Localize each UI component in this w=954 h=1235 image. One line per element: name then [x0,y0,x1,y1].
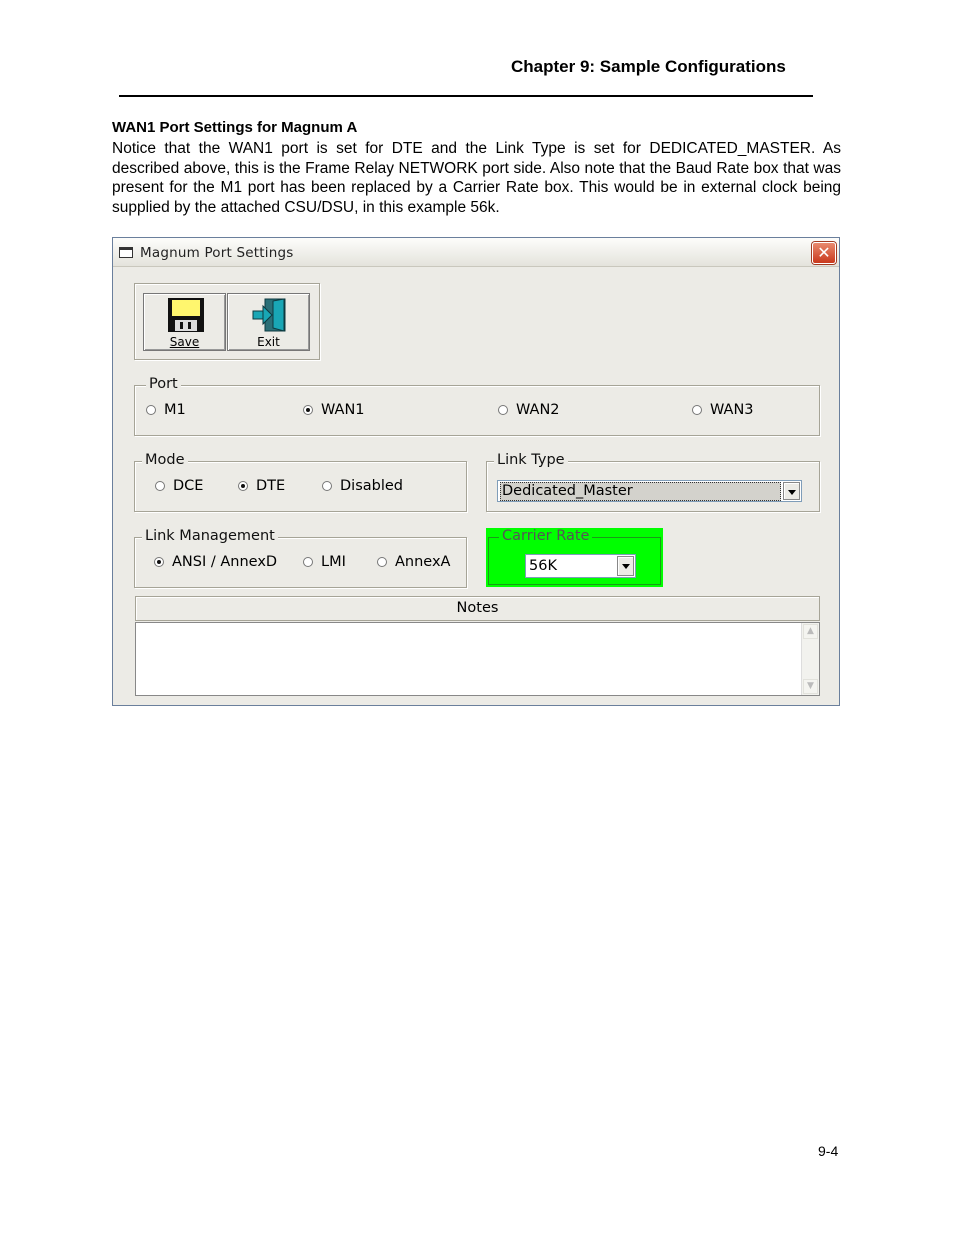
radio-indicator [322,481,332,491]
link-management-legend: Link Management [142,528,278,544]
section-paragraph: Notice that the WAN1 port is set for DTE… [112,140,841,217]
exit-door-icon [252,298,286,332]
radio-label: LMI [321,554,346,570]
radio-indicator [146,405,156,415]
notes-header: Notes [135,596,820,621]
port-group: Port M1 WAN1 WAN2 WAN3 [134,376,820,436]
window-title: Magnum Port Settings [140,245,294,261]
header-rule [119,95,813,97]
radio-mode-disabled[interactable]: Disabled [322,478,403,494]
link-type-legend: Link Type [494,452,568,468]
carrier-rate-legend: Carrier Rate [499,528,593,544]
radio-port-wan2[interactable]: WAN2 [498,402,560,418]
radio-indicator [303,405,313,415]
port-legend: Port [146,376,181,392]
title-bar: Magnum Port Settings ✕ [113,238,839,267]
page-number: 9-4 [818,1143,839,1159]
chapter-header: Chapter 9: Sample Configurations [511,57,786,76]
radio-indicator [303,557,313,567]
link-type-value: Dedicated_Master [500,482,781,501]
scroll-down-icon[interactable]: ▼ [803,679,818,694]
chevron-down-icon[interactable] [617,556,634,576]
exit-button[interactable]: Exit [227,293,310,351]
radio-indicator [498,405,508,415]
radio-indicator [377,557,387,567]
radio-port-wan1[interactable]: WAN1 [303,402,365,418]
toolbar-group: Save Exit [134,283,320,360]
mode-legend: Mode [142,452,188,468]
radio-label: WAN3 [710,402,754,418]
radio-label: DTE [256,478,286,494]
carrier-rate-value: 56K [529,558,557,574]
radio-indicator [238,481,248,491]
radio-label: Disabled [340,478,403,494]
link-type-dropdown[interactable]: Dedicated_Master [497,480,802,502]
carrier-rate-frame: Carrier Rate 56K [488,528,661,585]
notes-textarea[interactable]: ▲ ▼ [135,622,820,696]
radio-indicator [154,557,164,567]
save-label: Save [169,335,200,349]
radio-label: AnnexA [395,554,451,570]
floppy-disk-icon [168,298,204,332]
magnum-port-settings-window: Magnum Port Settings ✕ Save Exit Port M1… [112,237,840,706]
close-icon: ✕ [817,243,831,262]
radio-label: DCE [173,478,204,494]
section-heading: WAN1 Port Settings for Magnum A [112,119,358,136]
save-button[interactable]: Save [143,293,226,351]
window-icon [119,247,133,258]
radio-lm-lmi[interactable]: LMI [303,554,346,570]
carrier-rate-dropdown[interactable]: 56K [525,554,636,578]
scroll-up-icon[interactable]: ▲ [803,624,818,639]
radio-indicator [692,405,702,415]
notes-scrollbar[interactable]: ▲ ▼ [801,623,819,695]
radio-label: M1 [164,402,186,418]
radio-label: WAN1 [321,402,365,418]
radio-mode-dte[interactable]: DTE [238,478,285,494]
radio-label: ANSI / AnnexD [172,554,278,570]
link-management-group: Link Management ANSI / AnnexD LMI AnnexA [134,528,467,588]
exit-label: Exit [257,335,280,349]
chevron-down-icon[interactable] [783,482,800,500]
radio-lm-annexa[interactable]: AnnexA [377,554,450,570]
carrier-rate-group: Carrier Rate 56K [486,528,663,587]
close-button[interactable]: ✕ [812,242,836,264]
radio-indicator [155,481,165,491]
radio-port-wan3[interactable]: WAN3 [692,402,754,418]
mode-group: Mode DCE DTE Disabled [134,452,467,512]
link-type-group: Link Type Dedicated_Master [486,452,820,512]
radio-port-m1[interactable]: M1 [146,402,186,418]
radio-label: WAN2 [516,402,560,418]
radio-lm-ansi-annexd[interactable]: ANSI / AnnexD [154,554,277,570]
radio-mode-dce[interactable]: DCE [155,478,203,494]
